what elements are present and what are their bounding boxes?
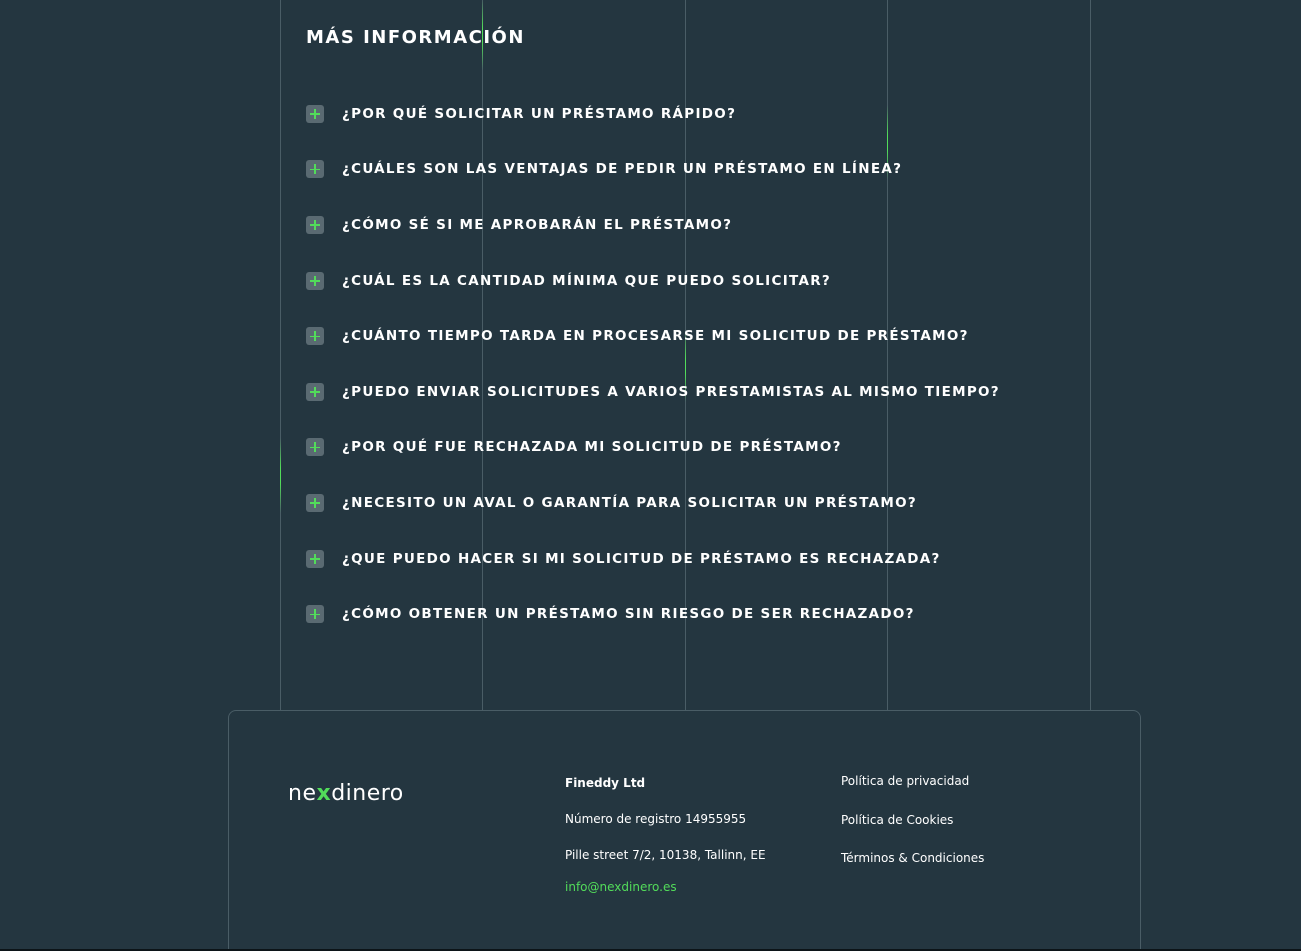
company-address: Pille street 7/2, 10138, Tallinn, EE (565, 848, 766, 862)
faq-item[interactable]: ¿Cuál es la cantidad mínima que puedo so… (306, 263, 1066, 319)
faq-question: ¿Cómo sé si me aprobarán el préstamo? (342, 216, 733, 233)
privacy-policy-link[interactable]: Política de privacidad (841, 773, 984, 812)
faq-section-title: Más información (306, 27, 525, 48)
faq-item[interactable]: ¿Por qué solicitar un préstamo rápido? (306, 96, 1066, 152)
faq-question: ¿Cuáles son las ventajas de pedir un pré… (342, 161, 903, 178)
faq-question: ¿Que puedo hacer si mi solicitud de prés… (342, 550, 941, 567)
faq-item[interactable]: ¿Cómo sé si me aprobarán el préstamo? (306, 207, 1066, 263)
plus-icon[interactable] (306, 438, 324, 457)
faq-question: ¿Necesito un aval o garantía para solici… (342, 494, 918, 511)
faq-item[interactable]: ¿Cuánto tiempo tarda en procesarse mi so… (306, 318, 1066, 374)
faq-item[interactable]: ¿Que puedo hacer si mi solicitud de prés… (306, 541, 1066, 597)
plus-icon[interactable] (306, 160, 324, 179)
nexdinero-logo[interactable]: nexdinero (288, 781, 404, 806)
logo-x-mark: x (316, 781, 332, 806)
registration-number: Número de registro 14955955 (565, 812, 747, 826)
grid-line-glow (280, 438, 281, 513)
grid-line (280, 0, 281, 710)
plus-icon[interactable] (306, 549, 324, 568)
logo-text-dinero: dinero (331, 781, 404, 806)
faq-item[interactable]: ¿Necesito un aval o garantía para solici… (306, 485, 1066, 541)
faq-question: ¿Cuál es la cantidad mínima que puedo so… (342, 272, 832, 289)
plus-icon[interactable] (306, 215, 324, 234)
faq-question: ¿Cuánto tiempo tarda en procesarse mi so… (342, 328, 969, 345)
faq-item[interactable]: ¿Puedo enviar solicitudes a varios prest… (306, 374, 1066, 430)
plus-icon[interactable] (306, 605, 324, 624)
company-info: Fineddy Ltd Número de registro 14955955 … (565, 775, 766, 899)
plus-icon[interactable] (306, 271, 324, 290)
faq-list: ¿Por qué solicitar un préstamo rápido? ¿… (306, 96, 1066, 652)
company-name: Fineddy Ltd (565, 776, 646, 790)
faq-question: ¿Puedo enviar solicitudes a varios prest… (342, 383, 1000, 400)
footer: nexdinero Fineddy Ltd Número de registro… (228, 710, 1141, 951)
faq-item[interactable]: ¿Cómo obtener un préstamo sin riesgo de … (306, 596, 1066, 652)
terms-conditions-link[interactable]: Términos & Condiciones (841, 850, 984, 889)
faq-item[interactable]: ¿Por qué fue rechazada mi solicitud de p… (306, 430, 1066, 486)
cookie-policy-link[interactable]: Política de Cookies (841, 812, 984, 851)
grid-line (1090, 0, 1091, 710)
plus-icon[interactable] (306, 327, 324, 346)
faq-question: ¿Por qué solicitar un préstamo rápido? (342, 105, 737, 122)
page: Más información ¿Por qué solicitar un pr… (0, 0, 1301, 951)
faq-question: ¿Cómo obtener un préstamo sin riesgo de … (342, 606, 915, 623)
faq-item[interactable]: ¿Cuáles son las ventajas de pedir un pré… (306, 152, 1066, 208)
plus-icon[interactable] (306, 382, 324, 401)
plus-icon[interactable] (306, 104, 324, 123)
plus-icon[interactable] (306, 493, 324, 512)
contact-email-link[interactable]: info@nexdinero.es (565, 879, 766, 899)
logo-text-ne: ne (288, 781, 317, 806)
faq-question: ¿Por qué fue rechazada mi solicitud de p… (342, 439, 842, 456)
footer-legal-links: Política de privacidad Política de Cooki… (841, 773, 984, 889)
